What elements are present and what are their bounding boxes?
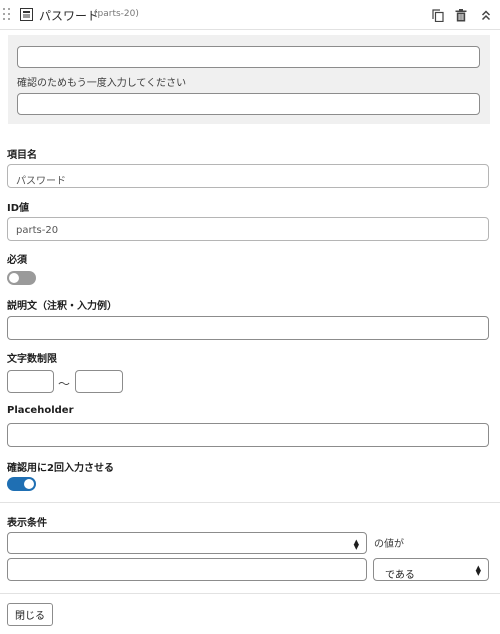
password-field-icon xyxy=(20,8,33,24)
id-value-label: ID値 xyxy=(7,203,30,214)
condition-suffix: の値が xyxy=(374,539,404,550)
confirm-hint: 確認のためもう一度入力してください xyxy=(17,78,187,89)
condition-operator-select[interactable]: である ▲ ▼ xyxy=(373,558,489,581)
confirm-twice-label: 確認用に2回入力させる xyxy=(7,463,114,474)
item-name-input[interactable]: パスワード xyxy=(7,164,489,188)
footer-divider xyxy=(0,593,500,594)
trash-icon[interactable] xyxy=(452,6,470,24)
part-id: (parts-20) xyxy=(94,9,139,19)
id-value-input[interactable]: parts-20 xyxy=(7,217,489,241)
required-label: 必須 xyxy=(7,255,27,266)
part-header: パスワード (parts-20) xyxy=(0,0,500,30)
select-arrows-icon: ▲ ▼ xyxy=(353,538,359,551)
confirm-twice-toggle[interactable] xyxy=(7,477,36,491)
char-limit-label: 文字数制限 xyxy=(7,354,57,365)
range-separator: 〜 xyxy=(58,377,71,391)
placeholder-label: Placeholder xyxy=(7,405,74,416)
required-toggle[interactable] xyxy=(7,271,36,285)
item-name-label: 項目名 xyxy=(7,150,37,161)
char-limit-max-input[interactable] xyxy=(75,370,123,393)
drag-handle-icon[interactable] xyxy=(3,8,11,22)
password-preview-input[interactable] xyxy=(17,46,480,68)
char-limit-min-input[interactable] xyxy=(7,370,54,393)
password-confirm-input[interactable] xyxy=(17,93,480,115)
duplicate-icon[interactable] xyxy=(429,6,447,24)
close-button[interactable]: 閉じる xyxy=(7,603,53,626)
display-condition-label: 表示条件 xyxy=(7,518,47,529)
collapse-chevron-icon[interactable] xyxy=(477,6,495,24)
condition-value-input[interactable] xyxy=(7,558,367,581)
section-divider xyxy=(0,502,500,503)
toggle-knob xyxy=(24,479,34,489)
condition-field-select[interactable]: ▲ ▼ xyxy=(7,532,367,554)
placeholder-input[interactable] xyxy=(7,423,489,447)
select-arrows-icon: ▲ ▼ xyxy=(475,564,481,577)
description-input[interactable] xyxy=(7,316,489,340)
toggle-knob xyxy=(9,273,19,283)
part-title: パスワード xyxy=(39,9,100,23)
description-label: 説明文（注釈・入力例） xyxy=(7,301,117,312)
